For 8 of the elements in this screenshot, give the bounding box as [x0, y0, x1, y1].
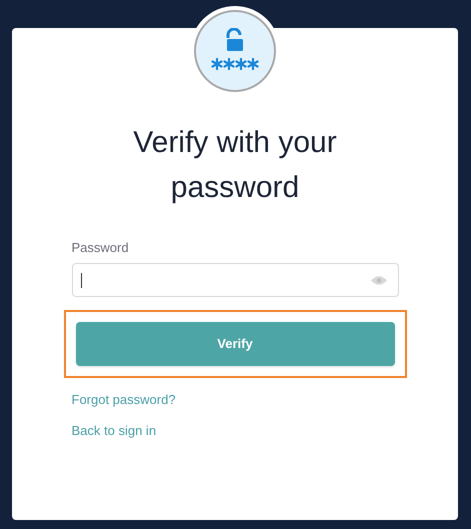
verify-button[interactable]: Verify	[76, 322, 394, 366]
link[interactable]: Forgot password?	[72, 390, 176, 409]
password-field[interactable]	[72, 262, 398, 296]
link[interactable]: Back to sign in	[72, 421, 156, 440]
text-cursor-icon	[80, 272, 82, 288]
page-title: Verify with your password	[132, 125, 338, 206]
eye-icon[interactable]	[370, 274, 386, 286]
password-label: Password	[72, 239, 130, 257]
